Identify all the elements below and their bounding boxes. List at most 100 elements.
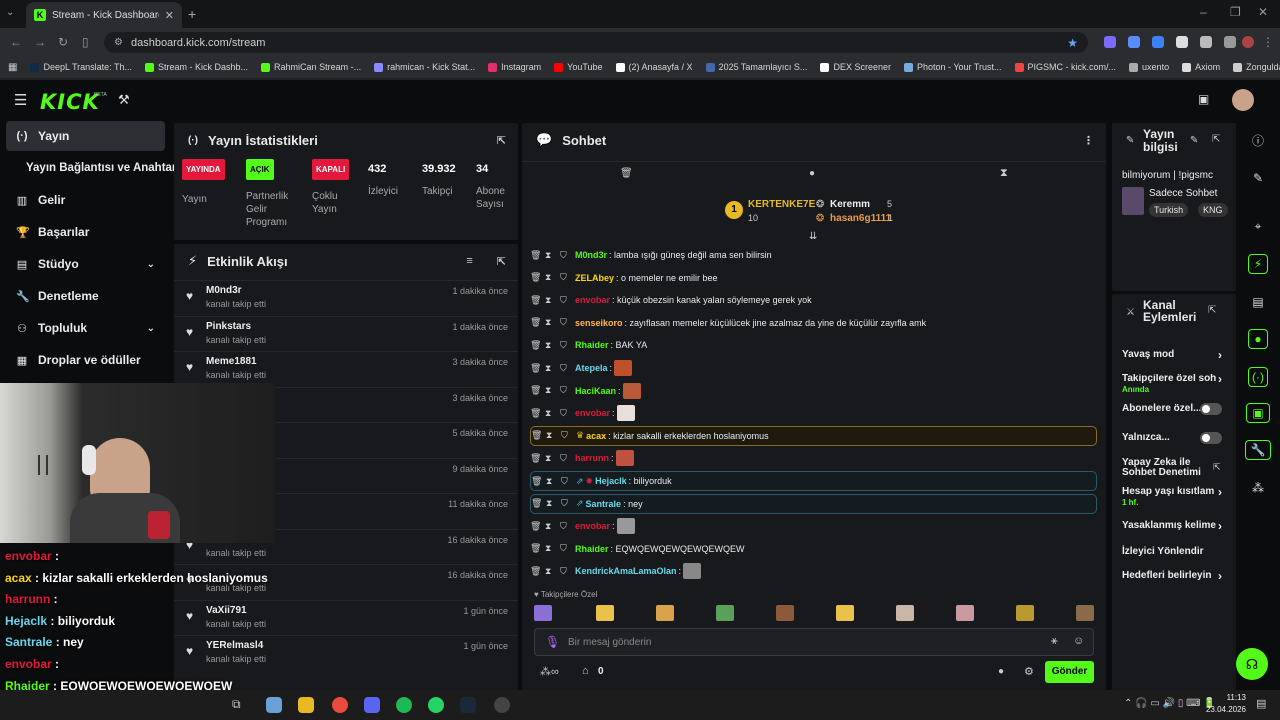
chat-username[interactable]: Rhaider bbox=[575, 544, 609, 554]
extension-icon[interactable] bbox=[1128, 36, 1140, 48]
chat-username[interactable]: senseikoro bbox=[575, 318, 623, 328]
chat-message[interactable]: 🗑 ⧗ ⛉ Atepela: bbox=[530, 358, 1097, 378]
external-link-icon[interactable]: ⇱ bbox=[1213, 462, 1221, 473]
account-age-link[interactable]: Hesap yaşı kısıtlam › bbox=[1122, 486, 1232, 498]
ban-shield-icon[interactable]: ⛉ bbox=[560, 566, 568, 577]
collapse-icon[interactable]: ⇊ bbox=[809, 231, 817, 242]
timeout-icon[interactable]: ⧗ bbox=[545, 295, 553, 306]
ban-shield-icon[interactable]: ⛉ bbox=[560, 272, 568, 283]
forward-icon[interactable]: → bbox=[34, 35, 46, 49]
chat-input[interactable]: 🎙 Bir mesaj gönderin ⚹ ☺ bbox=[534, 628, 1094, 656]
emote[interactable] bbox=[896, 605, 914, 621]
delete-message-icon[interactable]: 🗑 bbox=[530, 363, 541, 374]
chat-username[interactable]: envobar bbox=[575, 295, 610, 305]
ai-moderation-link[interactable]: Yapay Zeka ile Sohbet Denetimi bbox=[1122, 458, 1212, 478]
delete-message-icon[interactable]: 🗑 bbox=[531, 498, 542, 509]
shield-extension-icon[interactable] bbox=[1176, 36, 1188, 48]
chat-message[interactable]: 🗑 ⧗ ⛉ ♛ acax: kizlar sakalli erkeklerden hos… bbox=[530, 425, 1097, 446]
back-icon[interactable]: ← bbox=[10, 35, 22, 49]
menu-kebab-icon[interactable]: ⋮ bbox=[1262, 35, 1274, 49]
stream-category[interactable]: Sadece Sohbet bbox=[1149, 188, 1217, 199]
menu-kebab-icon[interactable]: ⋮ bbox=[1083, 134, 1094, 147]
chat-message[interactable]: 🗑 ⧗ ⛉ Rhaider: BAK YA bbox=[530, 335, 1097, 355]
chat-message[interactable]: 🗑 ⧗ ⛉ HaciKaan: bbox=[530, 381, 1097, 401]
emote[interactable] bbox=[956, 605, 974, 621]
timeout-icon[interactable]: ⧗ bbox=[545, 317, 553, 328]
banned-words-link[interactable]: Yasaklanmış kelime › bbox=[1122, 520, 1232, 532]
viewer-redirect-link[interactable]: İzleyici Yönlendir bbox=[1122, 547, 1222, 557]
timeout-icon[interactable]: ⧗ bbox=[546, 476, 554, 487]
sidebar-item-studio[interactable]: ▤ Stüdyo ⌄ bbox=[6, 249, 165, 279]
set-goals-link[interactable]: Hedefleri belirleyin › bbox=[1122, 570, 1222, 582]
file-explorer-icon[interactable] bbox=[298, 697, 314, 713]
send-button[interactable]: Gönder bbox=[1045, 661, 1094, 683]
chat-bubble-icon[interactable]: ● bbox=[998, 666, 1004, 677]
ban-shield-icon[interactable]: ⛉ bbox=[560, 317, 568, 328]
chat-message[interactable]: 🗑 ⧗ ⛉ ZELAbey: o memeler ne emilir bee bbox=[530, 268, 1097, 288]
ban-shield-icon[interactable]: ⛉ bbox=[560, 408, 568, 419]
hourglass-icon[interactable]: ⧗ bbox=[1000, 167, 1008, 180]
emote[interactable] bbox=[836, 605, 854, 621]
sidebar-item-achievements[interactable]: 🏆 Başarılar bbox=[6, 217, 165, 247]
timeout-icon[interactable]: ⧗ bbox=[545, 453, 553, 464]
wallet-icon[interactable]: ▣ bbox=[1198, 92, 1209, 106]
bolt-icon[interactable]: ⚡ bbox=[1240, 249, 1276, 279]
emote[interactable] bbox=[1076, 605, 1094, 621]
sidebar-item-community[interactable]: ⚇ Topluluk ⌄ bbox=[6, 313, 165, 343]
obs-icon[interactable] bbox=[494, 697, 510, 713]
ban-shield-icon[interactable]: ⛉ bbox=[560, 453, 568, 464]
discord-icon[interactable] bbox=[364, 697, 380, 713]
timeout-icon[interactable]: ⧗ bbox=[545, 340, 553, 351]
ban-shield-icon[interactable]: ⛉ bbox=[561, 430, 569, 441]
delete-message-icon[interactable]: 🗑 bbox=[531, 430, 542, 441]
slow-mode-link[interactable]: Yavaş mod › bbox=[1122, 349, 1222, 361]
info-icon[interactable]: ⓘ bbox=[1240, 125, 1276, 155]
ban-shield-icon[interactable]: ⛉ bbox=[560, 385, 568, 396]
url-box[interactable]: ⚙ dashboard.kick.com/stream ★ bbox=[104, 32, 1088, 53]
microphone-icon[interactable]: 🎙 bbox=[545, 635, 560, 649]
profile-avatar[interactable] bbox=[1242, 36, 1254, 48]
restore-icon[interactable]: ❐ bbox=[1230, 5, 1241, 19]
timeout-icon[interactable]: ⧗ bbox=[546, 498, 554, 509]
chat-username[interactable]: envobar bbox=[575, 408, 610, 418]
chrome-icon[interactable] bbox=[332, 697, 348, 713]
chat-username[interactable]: HaciKaan bbox=[575, 386, 616, 396]
timeout-icon[interactable]: ⧗ bbox=[545, 543, 553, 554]
delete-message-icon[interactable]: 🗑 bbox=[530, 272, 541, 283]
bookmark[interactable]: PIGSMC - kick.com/... bbox=[1014, 62, 1116, 72]
category-thumbnail[interactable] bbox=[1122, 187, 1144, 215]
close-tab-icon[interactable]: ✕ bbox=[165, 9, 174, 22]
timeout-icon[interactable]: ⧗ bbox=[545, 363, 553, 374]
browser-tab[interactable]: K Stream - Kick Dashboard ✕ bbox=[26, 2, 182, 28]
chat-message[interactable]: 🗑 ⧗ ⛉ envobar: bbox=[530, 516, 1097, 536]
sidebar-item-stream[interactable]: (·) Yayın bbox=[6, 121, 165, 151]
bookmark[interactable]: YouTube bbox=[554, 62, 603, 72]
ban-shield-icon[interactable]: ⛉ bbox=[561, 476, 569, 487]
bookmark[interactable]: DEX Screener bbox=[820, 62, 891, 72]
delete-message-icon[interactable]: 🗑 bbox=[530, 295, 541, 306]
minimize-icon[interactable]: – bbox=[1200, 5, 1207, 19]
ban-shield-icon[interactable]: ⛉ bbox=[560, 363, 568, 374]
downloads-icon[interactable] bbox=[1224, 36, 1236, 48]
tag[interactable]: Turkish bbox=[1149, 203, 1189, 217]
bookmark[interactable]: Zonguldak İngilizce... bbox=[1233, 62, 1280, 72]
bookmark[interactable]: 2025 Tamamlayıcı S... bbox=[705, 62, 807, 72]
timeout-icon[interactable]: ⧗ bbox=[546, 430, 554, 441]
timeout-icon[interactable]: ⧗ bbox=[545, 272, 553, 283]
popout-icon[interactable]: ⇱ bbox=[1212, 134, 1220, 145]
delete-message-icon[interactable]: 🗑 bbox=[530, 317, 541, 328]
timeout-icon[interactable]: ⧗ bbox=[545, 385, 553, 396]
bookmark[interactable]: uxento bbox=[1129, 62, 1169, 72]
chat-message[interactable]: 🗑 ⧗ ⛉ ⇗ Santrale: ney bbox=[530, 493, 1097, 514]
bookmark-star-icon[interactable]: ★ bbox=[1067, 36, 1078, 50]
hammer-icon[interactable]: ⚒ bbox=[118, 92, 130, 108]
steam-icon[interactable] bbox=[460, 697, 476, 713]
spotify-icon[interactable] bbox=[396, 697, 412, 713]
chat-message[interactable]: 🗑 ⧗ ⛉ Rhaider: EQWQEWQEWQEWQEWQEW bbox=[530, 539, 1097, 559]
bookmark[interactable]: (2) Anasayfa / X bbox=[615, 62, 693, 72]
ban-shield-icon[interactable]: ⛉ bbox=[560, 295, 568, 306]
ban-shield-icon[interactable]: ⛉ bbox=[560, 340, 568, 351]
puzzle-icon[interactable] bbox=[1200, 36, 1212, 48]
ban-shield-icon[interactable]: ⛉ bbox=[560, 250, 568, 261]
translate-icon[interactable]: ⚹ bbox=[1051, 635, 1058, 648]
